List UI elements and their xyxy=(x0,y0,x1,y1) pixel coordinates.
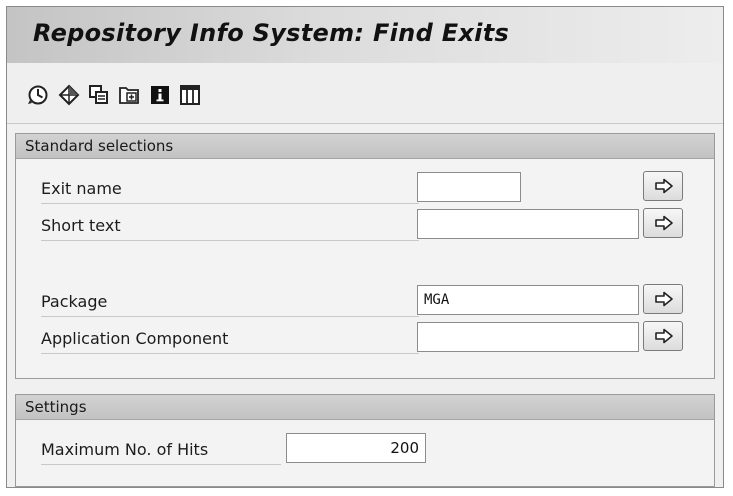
arrow-right-icon xyxy=(655,215,673,231)
exit-name-row: Exit name xyxy=(16,171,714,205)
exit-name-multiple-selection-button[interactable] xyxy=(643,171,683,201)
arrow-right-icon xyxy=(655,178,673,194)
application-component-row: Application Component xyxy=(16,321,714,355)
divider xyxy=(41,203,419,204)
standard-selections-group: Standard selections Exit name Short text xyxy=(15,133,715,379)
settings-group: Settings Maximum No. of Hits xyxy=(15,394,715,487)
short-text-multiple-selection-button[interactable] xyxy=(643,208,683,238)
copy-pages-icon[interactable] xyxy=(88,84,110,106)
arrow-right-icon xyxy=(655,291,673,307)
application-toolbar xyxy=(7,63,723,124)
short-text-row: Short text xyxy=(16,208,714,242)
max-hits-label: Maximum No. of Hits xyxy=(41,440,209,459)
app-window: Repository Info System: Find Exits Stand… xyxy=(6,6,724,488)
max-hits-input[interactable] xyxy=(286,433,426,463)
execute-clock-icon[interactable] xyxy=(27,84,49,106)
application-component-input[interactable] xyxy=(417,322,639,352)
package-input[interactable] xyxy=(417,285,639,315)
divider xyxy=(41,353,419,354)
divider xyxy=(41,464,281,465)
package-row: Package xyxy=(16,284,714,318)
short-text-label: Short text xyxy=(41,216,121,235)
arrow-right-icon xyxy=(655,328,673,344)
settings-header: Settings xyxy=(16,395,714,420)
application-component-multiple-selection-button[interactable] xyxy=(643,321,683,351)
exit-name-label: Exit name xyxy=(41,179,122,198)
table-columns-icon[interactable] xyxy=(179,84,201,106)
page-title: Repository Info System: Find Exits xyxy=(33,19,510,47)
package-label: Package xyxy=(41,292,108,311)
application-component-label: Application Component xyxy=(41,329,229,348)
standard-selections-header: Standard selections xyxy=(16,134,714,159)
short-text-input[interactable] xyxy=(417,209,639,239)
exit-name-input[interactable] xyxy=(417,172,521,202)
divider xyxy=(41,240,419,241)
info-icon[interactable] xyxy=(149,84,171,106)
divider xyxy=(41,316,419,317)
package-multiple-selection-button[interactable] xyxy=(643,284,683,314)
max-hits-row: Maximum No. of Hits xyxy=(16,432,714,466)
folder-add-icon[interactable] xyxy=(118,84,140,106)
title-bar: Repository Info System: Find Exits xyxy=(7,7,723,63)
diamond-icon[interactable] xyxy=(58,84,80,106)
